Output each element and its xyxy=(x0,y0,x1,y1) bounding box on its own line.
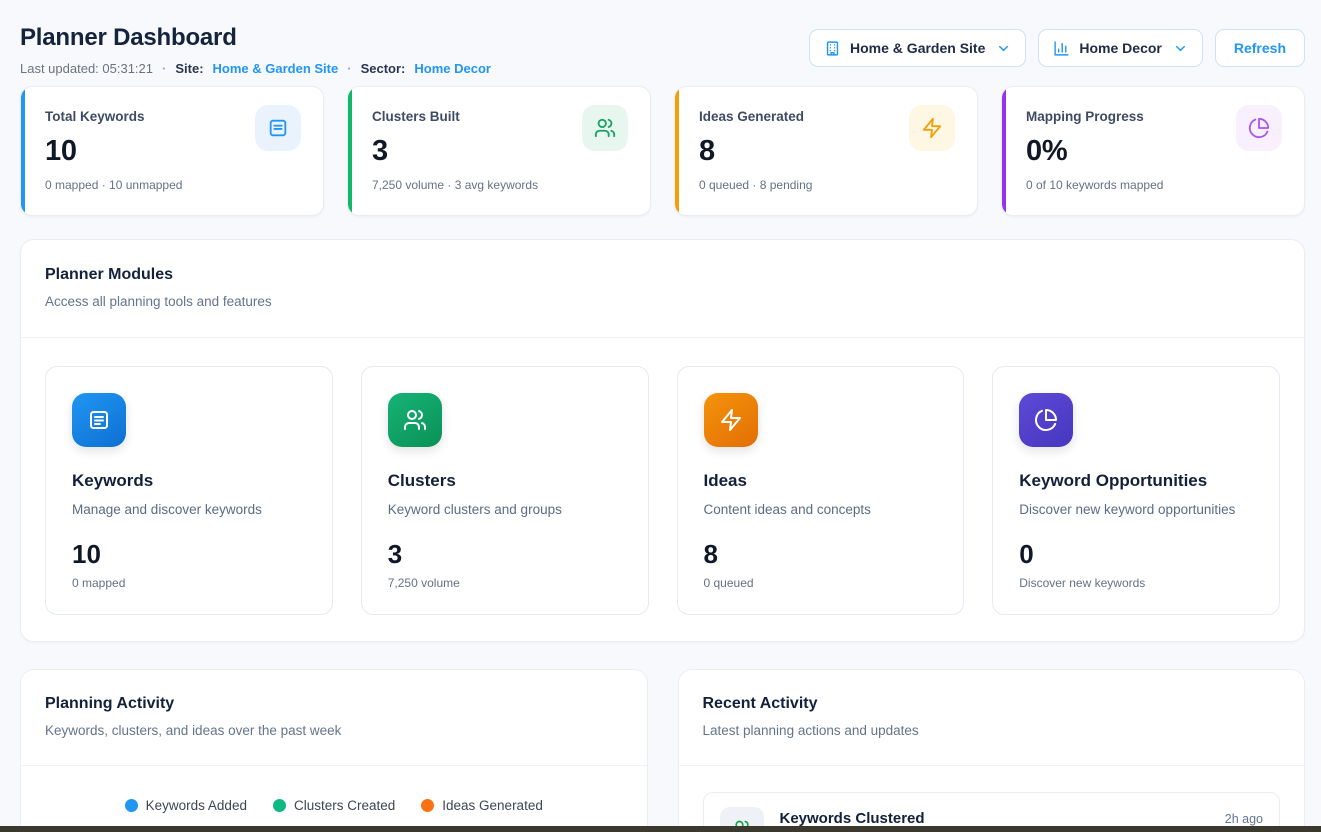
module-subtext: Discover new keywords xyxy=(1019,576,1253,590)
stat-card-ideas-generated[interactable]: Ideas Generated 8 0 queued · 8 pending xyxy=(674,86,978,216)
sector-label: Sector: xyxy=(361,61,406,76)
users-icon xyxy=(388,393,442,447)
activity-title: Keywords Clustered xyxy=(780,810,1209,827)
legend-label: Clusters Created xyxy=(294,798,395,813)
module-card-keywords[interactable]: Keywords Manage and discover keywords 10… xyxy=(45,366,333,615)
site-link[interactable]: Home & Garden Site xyxy=(213,61,339,76)
legend-dot-icon xyxy=(125,799,138,812)
legend-item-clusters-created[interactable]: Clusters Created xyxy=(273,798,395,813)
zap-icon xyxy=(909,105,955,151)
section-title: Recent Activity xyxy=(703,695,1281,713)
accent-bar xyxy=(675,87,679,215)
accent-bar xyxy=(1002,87,1006,215)
document-icon xyxy=(72,393,126,447)
bar-chart-icon xyxy=(1053,40,1070,57)
section-subtitle: Keywords, clusters, and ideas over the p… xyxy=(45,723,623,738)
toolbar: Home & Garden Site Home Decor Refresh xyxy=(809,29,1305,67)
accent-bar xyxy=(348,87,352,215)
section-title: Planning Activity xyxy=(45,695,623,713)
module-title: Keywords xyxy=(72,471,306,491)
site-selector-dropdown[interactable]: Home & Garden Site xyxy=(809,29,1026,67)
module-title: Ideas xyxy=(704,471,938,491)
section-title: Planner Modules xyxy=(45,266,1280,284)
sector-selector-label: Home Decor xyxy=(1079,40,1161,56)
building-icon xyxy=(824,40,841,57)
recent-activity-card: Recent Activity Latest planning actions … xyxy=(678,669,1306,832)
section-subtitle: Access all planning tools and features xyxy=(45,294,1280,309)
panel-header: Planning Activity Keywords, clusters, an… xyxy=(21,670,647,765)
refresh-button[interactable]: Refresh xyxy=(1215,29,1305,67)
users-icon xyxy=(582,105,628,151)
site-label: Site: xyxy=(175,61,203,76)
legend-item-keywords-added[interactable]: Keywords Added xyxy=(125,798,247,813)
last-updated: Last updated: 05:31:21 xyxy=(20,61,153,76)
module-subtext: 7,250 volume xyxy=(388,576,622,590)
zap-icon xyxy=(704,393,758,447)
page-title: Planner Dashboard xyxy=(20,24,491,52)
module-card-keyword-opportunities[interactable]: Keyword Opportunities Discover new keywo… xyxy=(992,366,1280,615)
module-value: 10 xyxy=(72,539,306,570)
page-header: Planner Dashboard Last updated: 05:31:21… xyxy=(20,24,1305,76)
activity-timestamp: 2h ago xyxy=(1225,807,1263,826)
legend-dot-icon xyxy=(273,799,286,812)
stat-subtext: 0 queued · 8 pending xyxy=(699,178,955,192)
legend-dot-icon xyxy=(421,799,434,812)
modules-grid: Keywords Manage and discover keywords 10… xyxy=(21,338,1304,641)
meta-separator: · xyxy=(347,61,351,76)
stat-card-mapping-progress[interactable]: Mapping Progress 0% 0 of 10 keywords map… xyxy=(1001,86,1305,216)
stat-card-clusters-built[interactable]: Clusters Built 3 7,250 volume · 3 avg ke… xyxy=(347,86,651,216)
section-subtitle: Latest planning actions and updates xyxy=(703,723,1281,738)
planning-activity-card: Planning Activity Keywords, clusters, an… xyxy=(20,669,648,832)
module-description: Keyword clusters and groups xyxy=(388,502,622,517)
chevron-down-icon xyxy=(996,41,1011,56)
legend-label: Keywords Added xyxy=(146,798,247,813)
chart-legend: Keywords Added Clusters Created Ideas Ge… xyxy=(21,798,647,813)
legend-item-ideas-generated[interactable]: Ideas Generated xyxy=(421,798,543,813)
stats-row: Total Keywords 10 0 mapped · 10 unmapped… xyxy=(20,86,1305,216)
module-description: Discover new keyword opportunities xyxy=(1019,502,1253,517)
module-value: 3 xyxy=(388,539,622,570)
legend-label: Ideas Generated xyxy=(442,798,543,813)
activity-chart: Keywords Added Clusters Created Ideas Ge… xyxy=(21,766,647,832)
activity-list: Keywords Clustered 3 new clusters create… xyxy=(679,766,1305,832)
pie-chart-icon xyxy=(1236,105,1282,151)
planner-dashboard-page: Planner Dashboard Last updated: 05:31:21… xyxy=(0,0,1321,832)
module-description: Content ideas and concepts xyxy=(704,502,938,517)
module-card-clusters[interactable]: Clusters Keyword clusters and groups 3 7… xyxy=(361,366,649,615)
module-card-ideas[interactable]: Ideas Content ideas and concepts 8 0 que… xyxy=(677,366,965,615)
sector-link[interactable]: Home Decor xyxy=(414,61,491,76)
bottom-window-edge xyxy=(0,826,1321,832)
planner-modules-panel: Planner Modules Access all planning tool… xyxy=(20,239,1305,642)
stat-card-total-keywords[interactable]: Total Keywords 10 0 mapped · 10 unmapped xyxy=(20,86,324,216)
module-subtext: 0 mapped xyxy=(72,576,306,590)
site-selector-label: Home & Garden Site xyxy=(850,40,985,56)
module-description: Manage and discover keywords xyxy=(72,502,306,517)
meta-separator: · xyxy=(162,61,166,76)
module-value: 8 xyxy=(704,539,938,570)
panel-header: Planner Modules Access all planning tool… xyxy=(21,240,1304,337)
pie-chart-icon xyxy=(1019,393,1073,447)
module-title: Keyword Opportunities xyxy=(1019,471,1253,491)
document-icon xyxy=(255,105,301,151)
bottom-row: Planning Activity Keywords, clusters, an… xyxy=(20,669,1305,832)
module-subtext: 0 queued xyxy=(704,576,938,590)
stat-subtext: 7,250 volume · 3 avg keywords xyxy=(372,178,628,192)
breadcrumb: Last updated: 05:31:21 · Site: Home & Ga… xyxy=(20,61,491,76)
header-left: Planner Dashboard Last updated: 05:31:21… xyxy=(20,24,491,76)
accent-bar xyxy=(21,87,25,215)
stat-subtext: 0 of 10 keywords mapped xyxy=(1026,178,1282,192)
module-title: Clusters xyxy=(388,471,622,491)
module-value: 0 xyxy=(1019,539,1253,570)
sector-selector-dropdown[interactable]: Home Decor xyxy=(1038,29,1202,67)
stat-subtext: 0 mapped · 10 unmapped xyxy=(45,178,301,192)
chevron-down-icon xyxy=(1173,41,1188,56)
panel-header: Recent Activity Latest planning actions … xyxy=(679,670,1305,765)
